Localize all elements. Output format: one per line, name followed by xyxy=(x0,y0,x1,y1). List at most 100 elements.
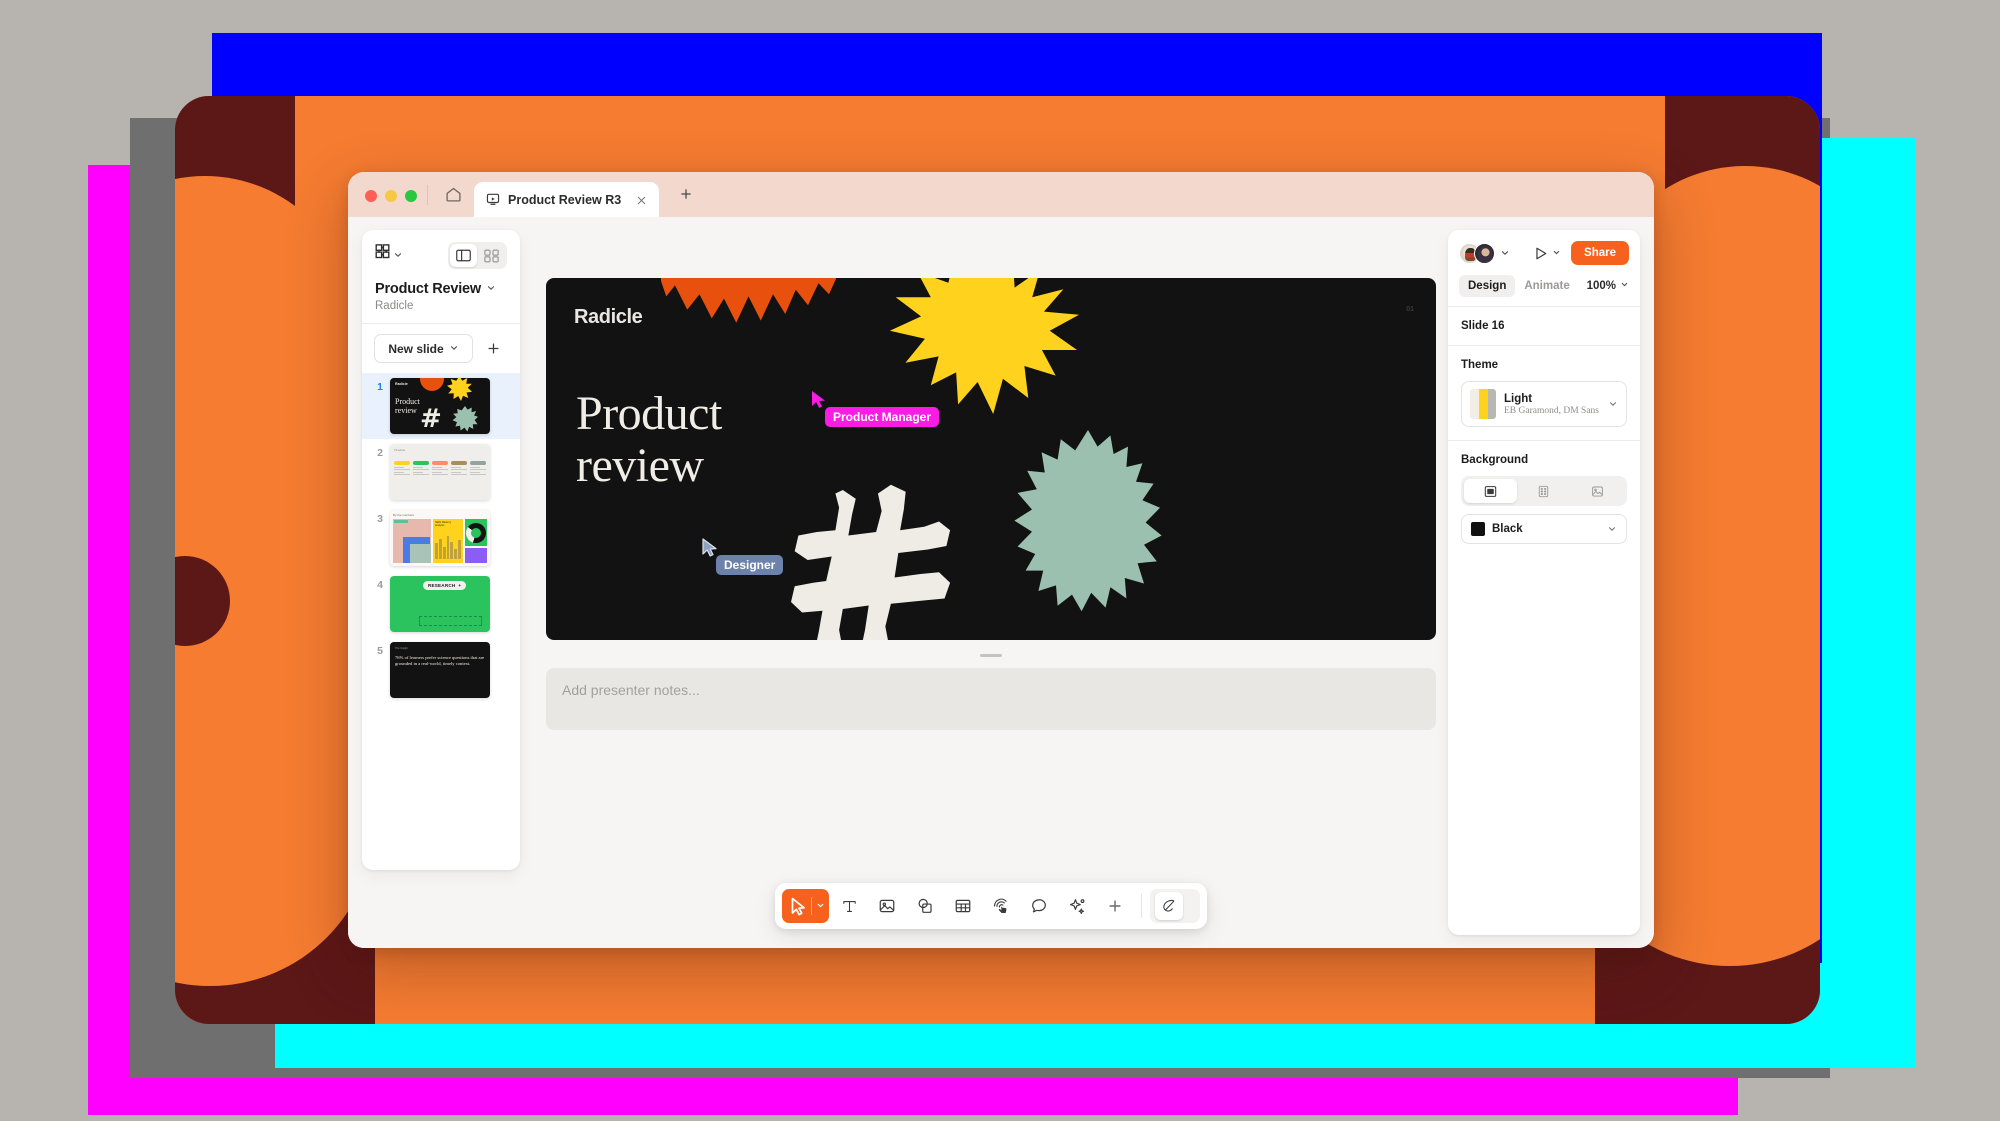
chevron-down-icon xyxy=(1552,244,1561,262)
home-icon[interactable] xyxy=(438,179,468,209)
comment-tool-button[interactable] xyxy=(1021,889,1057,923)
theme-section: Theme Light EB Garamond, DM Sans xyxy=(1448,345,1640,440)
thumb-placeholder-box: + xyxy=(419,615,482,626)
chevron-down-icon xyxy=(1607,524,1617,534)
editor-toolbar xyxy=(775,883,1207,929)
editor-stage: Radicle 01 Product review Product Manage… xyxy=(534,230,1448,935)
avatar[interactable] xyxy=(1474,242,1495,264)
notes-resize-handle[interactable] xyxy=(980,654,1002,657)
thumb-title: By the numbers xyxy=(393,513,415,517)
close-icon[interactable] xyxy=(633,192,649,208)
slide-list[interactable]: 1 # Radicle Product review 2 Timeline 3 … xyxy=(362,373,520,870)
tab-label: Product Review R3 xyxy=(508,193,622,207)
cursor-icon xyxy=(812,391,825,408)
new-tab-button[interactable] xyxy=(673,181,699,207)
slide-title-line2: review xyxy=(576,439,704,492)
tab-animate[interactable]: Animate xyxy=(1515,275,1578,297)
slide-thumbnail-2[interactable]: Timeline xyxy=(390,444,490,500)
slide-thumbnail-3[interactable]: By the numbers Skills Mastery analysis xyxy=(390,510,490,566)
shape-tool-button[interactable] xyxy=(907,889,943,923)
slide-label: Slide 16 xyxy=(1461,320,1505,332)
pattern-mode-button[interactable] xyxy=(1517,479,1570,503)
select-tool-button[interactable] xyxy=(782,889,829,923)
theme-fonts: EB Garamond, DM Sans xyxy=(1504,405,1599,416)
table-tool-button[interactable] xyxy=(945,889,981,923)
text-tool-button[interactable] xyxy=(831,889,867,923)
thumb-orange-burst xyxy=(420,378,444,391)
slide-thumbnail-1[interactable]: # Radicle Product review xyxy=(390,378,490,434)
chevron-down-icon xyxy=(393,247,403,265)
app-logo-menu[interactable] xyxy=(375,244,403,267)
avatars-dropdown-button[interactable] xyxy=(1500,248,1510,258)
chevron-down-icon xyxy=(816,897,825,915)
text-icon xyxy=(842,900,856,912)
maximize-window-button[interactable] xyxy=(405,190,417,202)
table-icon xyxy=(955,899,971,913)
zoom-control[interactable]: 100% xyxy=(1587,280,1629,292)
slide-list-item-5[interactable]: 5 The Insight 76% of learners prefer sci… xyxy=(362,637,520,703)
window-controls[interactable] xyxy=(348,190,417,217)
solid-color-mode-button[interactable] xyxy=(1464,479,1518,503)
background-color-select[interactable]: Black xyxy=(1461,514,1627,544)
deck-title-menu[interactable]: Product Review xyxy=(375,280,507,298)
image-mode-button[interactable] xyxy=(1571,479,1624,503)
app-body: Product Review Radicle New slide 1 # Rad… xyxy=(348,217,1654,948)
slide-list-item-2[interactable]: 2 Timeline xyxy=(362,439,520,505)
plus-icon: + xyxy=(458,583,462,588)
window-title-bar: Product Review R3 xyxy=(348,172,1654,218)
grid-view-button[interactable] xyxy=(478,244,505,267)
white-hash-shape[interactable] xyxy=(791,484,951,640)
image-tool-button[interactable] xyxy=(869,889,905,923)
browser-tab[interactable]: Product Review R3 xyxy=(474,182,660,218)
deck-title: Product Review xyxy=(375,281,481,297)
panel-tabs: Design Animate 100% xyxy=(1459,275,1629,306)
yellow-star-shape[interactable] xyxy=(889,278,1079,414)
toolbar-divider xyxy=(1141,894,1142,918)
thumb-logo: Radicle xyxy=(395,382,408,386)
annotate-tool-button[interactable] xyxy=(1150,889,1200,923)
slide-canvas[interactable]: Radicle 01 Product review Product Manage… xyxy=(546,278,1436,640)
orange-burst-shape[interactable] xyxy=(661,278,836,323)
thumb-quote: 76% of learners prefer science questions… xyxy=(395,655,485,666)
collaborator-avatars[interactable] xyxy=(1459,242,1495,264)
slide-number: 4 xyxy=(377,579,383,591)
share-button[interactable]: Share xyxy=(1571,241,1629,265)
theme-selector[interactable]: Light EB Garamond, DM Sans xyxy=(1461,381,1627,427)
minimize-window-button[interactable] xyxy=(385,190,397,202)
solid-fill-icon xyxy=(1484,485,1497,497)
add-tool-button[interactable] xyxy=(1097,889,1133,923)
pen-icon xyxy=(1163,899,1175,912)
cursor-icon xyxy=(702,538,717,557)
slides-sidebar: Product Review Radicle New slide 1 # Rad… xyxy=(362,230,520,870)
thumb-title: Timeline xyxy=(394,448,406,452)
slide-list-item-1[interactable]: 1 # Radicle Product review xyxy=(362,373,520,439)
thumb-hash-shape: # xyxy=(420,404,442,434)
slide-thumbnail-5[interactable]: The Insight 76% of learners prefer scien… xyxy=(390,642,490,698)
background-mode-tabs xyxy=(1461,476,1627,506)
slide-title[interactable]: Product review xyxy=(576,388,722,492)
slide-list-item-4[interactable]: 4 RESEARCH + + xyxy=(362,571,520,637)
pattern-icon xyxy=(1539,485,1549,497)
thumb-eyebrow: The Insight xyxy=(395,647,408,650)
chevron-down-icon xyxy=(486,280,496,298)
slide-thumbnail-4[interactable]: RESEARCH + + xyxy=(390,576,490,632)
titlebar-divider xyxy=(427,185,428,205)
theme-section-label: Theme xyxy=(1461,359,1499,371)
thumb-sage-splat xyxy=(452,406,478,432)
slide-list-item-3[interactable]: 3 By the numbers Skills Mastery analysis xyxy=(362,505,520,571)
interactive-tool-button[interactable] xyxy=(983,889,1019,923)
add-slide-button[interactable] xyxy=(478,334,508,363)
presenter-notes-input[interactable]: Add presenter notes... xyxy=(546,668,1436,730)
tab-design[interactable]: Design xyxy=(1459,275,1516,297)
sage-splat-shape[interactable] xyxy=(1014,430,1162,612)
speech-bubble-icon xyxy=(1032,899,1046,913)
present-button[interactable] xyxy=(1532,244,1561,262)
tap-icon xyxy=(993,898,1007,914)
ai-tool-button[interactable] xyxy=(1059,889,1095,923)
panel-view-button[interactable] xyxy=(450,244,477,267)
cursor-label-product-manager: Product Manager xyxy=(825,407,940,427)
slide-number: 3 xyxy=(377,513,383,525)
close-window-button[interactable] xyxy=(365,190,377,202)
shapes-icon xyxy=(918,898,932,913)
new-slide-button[interactable]: New slide xyxy=(374,334,473,363)
